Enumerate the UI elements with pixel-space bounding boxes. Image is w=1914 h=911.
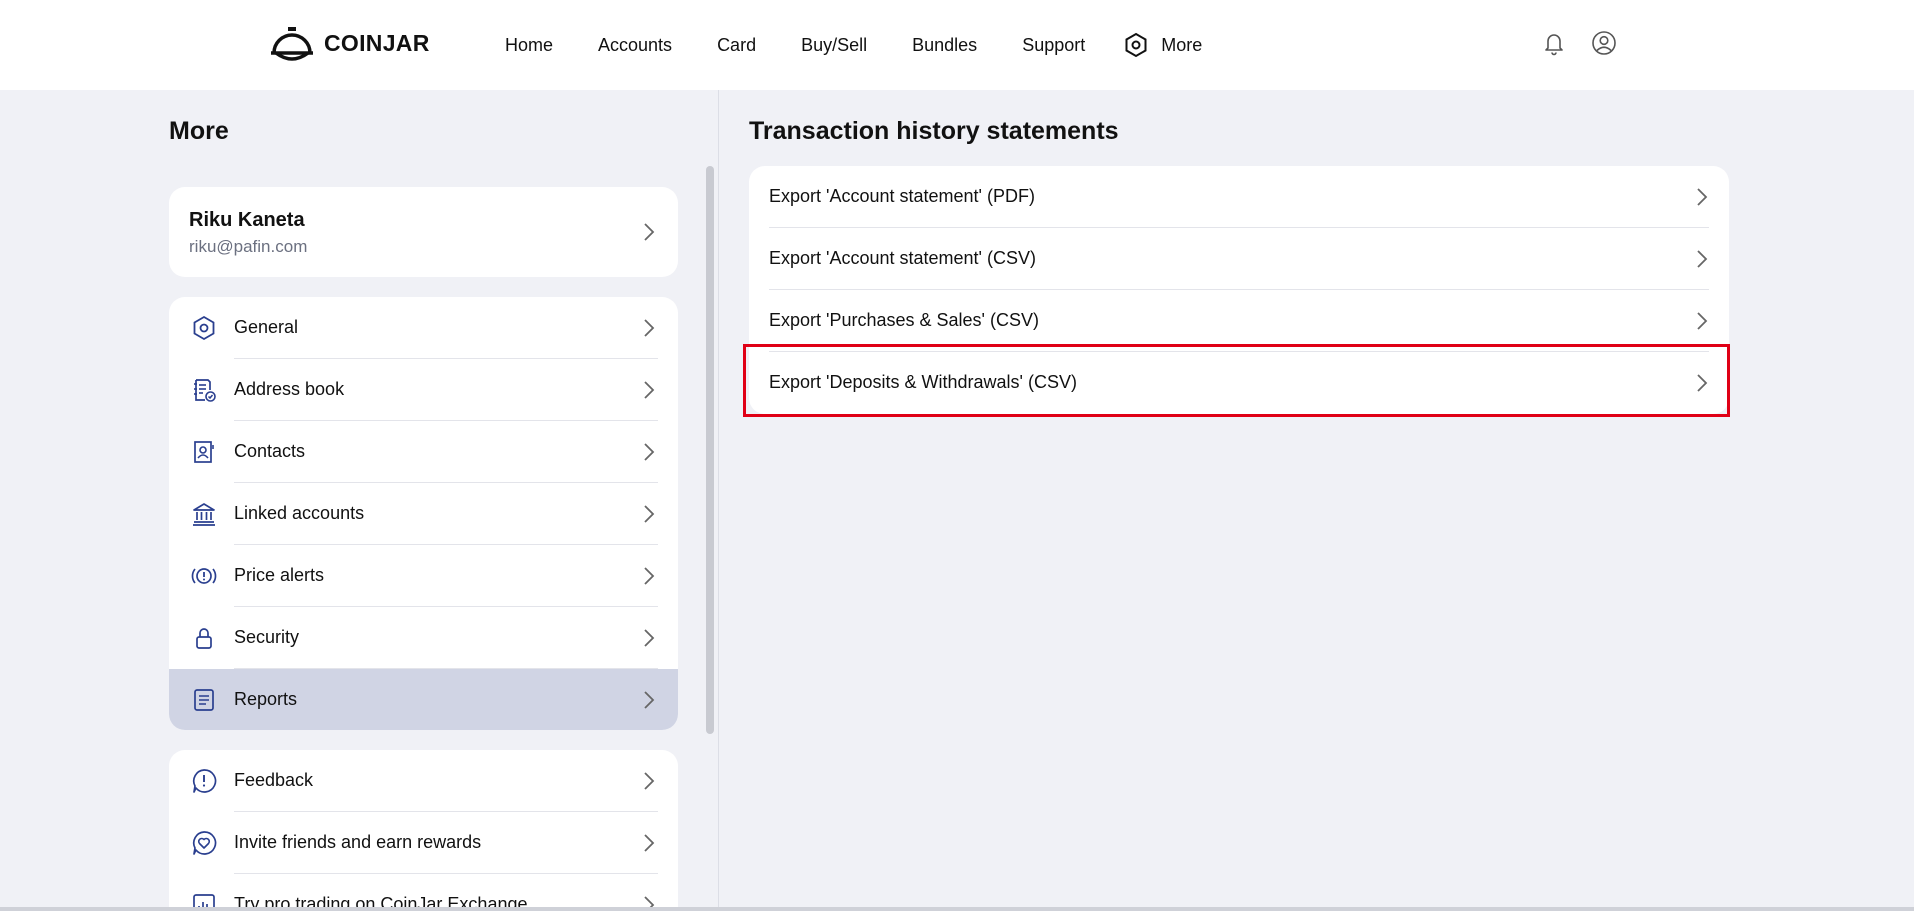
menu-item-linked-accounts[interactable]: Linked accounts — [169, 483, 678, 545]
top-right-icons — [1540, 28, 1618, 58]
export-deposits-withdrawals-csv[interactable]: Export 'Deposits & Withdrawals' (CSV) — [749, 352, 1729, 414]
chevron-right-icon — [1695, 249, 1709, 269]
document-icon — [191, 687, 217, 713]
menu-item-label: Feedback — [234, 770, 314, 790]
left-panel-scrollbar[interactable] — [706, 166, 714, 734]
notifications-button[interactable] — [1540, 28, 1568, 58]
chevron-right-icon — [1695, 187, 1709, 207]
chevron-right-icon — [642, 628, 656, 648]
export-account-statement-pdf[interactable]: Export 'Account statement' (PDF) — [749, 166, 1729, 228]
main-nav: Home Accounts Card Buy/Sell Bundles Supp… — [505, 0, 1247, 90]
menu-item-reports[interactable]: Reports — [169, 669, 678, 730]
export-account-statement-csv[interactable]: Export 'Account statement' (CSV) — [749, 228, 1729, 290]
user-name: Riku Kaneta — [189, 209, 305, 231]
menu-item-label: Reports — [234, 689, 298, 709]
nav-support[interactable]: Support — [1022, 35, 1085, 56]
nav-home[interactable]: Home — [505, 35, 553, 56]
top-navigation-bar: COINJAR Home Accounts Card Buy/Sell Bund… — [0, 0, 1914, 90]
chevron-right-icon — [1695, 373, 1709, 393]
hexagon-icon — [1125, 32, 1147, 58]
menu-item-invite-friends[interactable]: Invite friends and earn rewards — [169, 812, 678, 874]
chevron-right-icon — [642, 442, 656, 462]
feedback-icon — [191, 768, 217, 794]
menu-item-label: Security — [234, 627, 300, 647]
menu-item-label: Address book — [234, 379, 345, 399]
chevron-right-icon — [642, 771, 656, 791]
heart-chat-icon — [191, 830, 217, 856]
menu-item-label: Linked accounts — [234, 503, 365, 523]
menu-item-address-book[interactable]: Address book — [169, 359, 678, 421]
address-book-icon — [191, 377, 217, 403]
logo-text: COINJAR — [324, 29, 430, 56]
nav-more[interactable]: More — [1123, 32, 1202, 58]
nav-bundles[interactable]: Bundles — [912, 35, 977, 56]
user-email: riku@pafin.com — [189, 237, 308, 256]
chevron-right-icon — [642, 566, 656, 586]
nav-buy-sell[interactable]: Buy/Sell — [801, 35, 867, 56]
coinjar-logo-icon — [271, 27, 313, 61]
export-label: Export 'Account statement' (PDF) — [769, 186, 1035, 206]
menu-item-label: General — [234, 317, 299, 337]
user-circle-icon — [1592, 31, 1616, 55]
export-label: Export 'Purchases & Sales' (CSV) — [769, 310, 1039, 330]
nav-accounts[interactable]: Accounts — [598, 35, 672, 56]
nav-more-label: More — [1161, 34, 1203, 55]
menu-item-label: Invite friends and earn rewards — [234, 832, 482, 852]
nav-card[interactable]: Card — [717, 35, 756, 56]
menu-item-label: Price alerts — [234, 565, 325, 585]
price-alert-icon — [191, 563, 217, 589]
chevron-right-icon — [1695, 311, 1709, 331]
export-purchases-sales-csv[interactable]: Export 'Purchases & Sales' (CSV) — [749, 290, 1729, 352]
user-profile-card[interactable]: Riku Kaneta riku@pafin.com — [169, 187, 678, 277]
export-label: Export 'Deposits & Withdrawals' (CSV) — [769, 372, 1077, 392]
menu-item-contacts[interactable]: Contacts — [169, 421, 678, 483]
chevron-right-icon — [642, 318, 656, 338]
export-list: Export 'Account statement' (PDF) Export … — [749, 166, 1729, 414]
menu-item-label: Contacts — [234, 441, 306, 461]
menu-item-price-alerts[interactable]: Price alerts — [169, 545, 678, 607]
menu-item-general[interactable]: General — [169, 297, 678, 359]
contact-card-icon — [191, 439, 217, 465]
hexagon-gear-icon — [191, 315, 217, 341]
menu-item-feedback[interactable]: Feedback — [169, 750, 678, 812]
export-label: Export 'Account statement' (CSV) — [769, 248, 1036, 268]
secondary-menu: Feedback Invite friends and earn rewards… — [169, 750, 678, 911]
settings-menu: General Address book Contacts Linked acc… — [169, 297, 678, 730]
chevron-right-icon — [642, 690, 656, 710]
bottom-edge — [0, 907, 1914, 911]
chevron-right-icon — [642, 222, 656, 242]
panel-divider — [718, 90, 719, 911]
chevron-right-icon — [642, 833, 656, 853]
profile-button[interactable] — [1590, 28, 1618, 58]
bank-icon — [191, 501, 217, 527]
section-title: Transaction history statements — [749, 117, 1119, 145]
menu-item-security[interactable]: Security — [169, 607, 678, 669]
chevron-right-icon — [642, 504, 656, 524]
bell-icon — [1545, 34, 1563, 56]
lock-icon — [191, 625, 217, 651]
menu-item-pro-trading[interactable]: Try pro trading on CoinJar Exchange — [169, 874, 678, 911]
coinjar-logo[interactable]: COINJAR — [270, 25, 430, 61]
page-title: More — [169, 117, 229, 145]
chevron-right-icon — [642, 380, 656, 400]
